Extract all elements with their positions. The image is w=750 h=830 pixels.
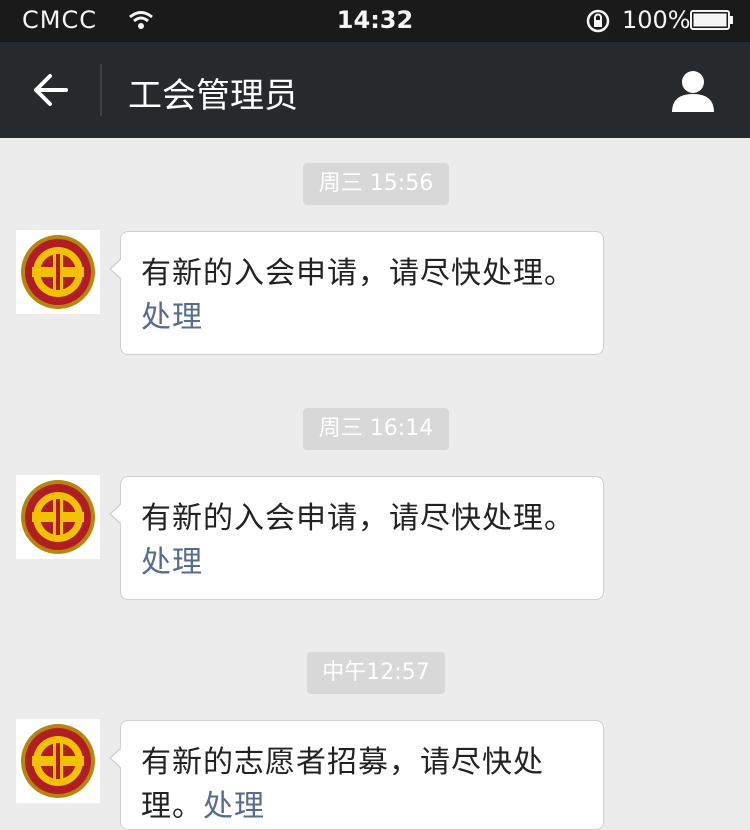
message-content: 有新的入会申请，请尽快处理。处理 <box>141 252 583 340</box>
battery-icon <box>690 10 733 30</box>
message-text: 有新的入会申请，请尽快处理。 <box>141 501 575 536</box>
battery-percent: 100% <box>622 6 691 34</box>
message-content: 有新的入会申请，请尽快处理。处理 <box>141 497 583 585</box>
avatar[interactable] <box>16 719 100 803</box>
handle-link[interactable]: 处理 <box>203 789 265 824</box>
union-logo-icon <box>21 724 95 798</box>
union-logo-icon <box>21 235 95 309</box>
handle-link[interactable]: 处理 <box>141 300 203 335</box>
message-timestamp: 周三 16:14 <box>303 408 449 450</box>
message-text: 有新的志愿者招募，请尽快处理。 <box>141 745 544 824</box>
message-timestamp: 中午12:57 <box>307 652 445 694</box>
back-arrow-icon[interactable] <box>30 70 70 110</box>
rotation-lock-icon <box>586 9 610 33</box>
handle-link[interactable]: 处理 <box>141 545 203 580</box>
profile-icon[interactable] <box>668 66 718 116</box>
chat-title: 工会管理员 <box>128 76 298 116</box>
avatar[interactable] <box>16 230 100 314</box>
message-timestamp: 周三 15:56 <box>303 163 449 205</box>
avatar[interactable] <box>16 475 100 559</box>
message-bubble: 有新的入会申请，请尽快处理。处理 <box>109 476 604 600</box>
chat-area[interactable]: 周三 15:56 有新的入会申请，请尽快处理。处理 周三 16:14 有新的入会… <box>0 138 750 830</box>
message-text: 有新的入会申请，请尽快处理。 <box>141 256 575 291</box>
message-content: 有新的志愿者招募，请尽快处理。处理 <box>141 741 583 829</box>
message-bubble: 有新的入会申请，请尽快处理。处理 <box>109 231 604 355</box>
union-logo-icon <box>21 480 95 554</box>
message-bubble: 有新的志愿者招募，请尽快处理。处理 <box>109 720 604 830</box>
status-bar: CMCC 14:32 100% <box>0 0 750 42</box>
nav-divider <box>100 64 102 116</box>
nav-bar: 工会管理员 <box>0 42 750 138</box>
